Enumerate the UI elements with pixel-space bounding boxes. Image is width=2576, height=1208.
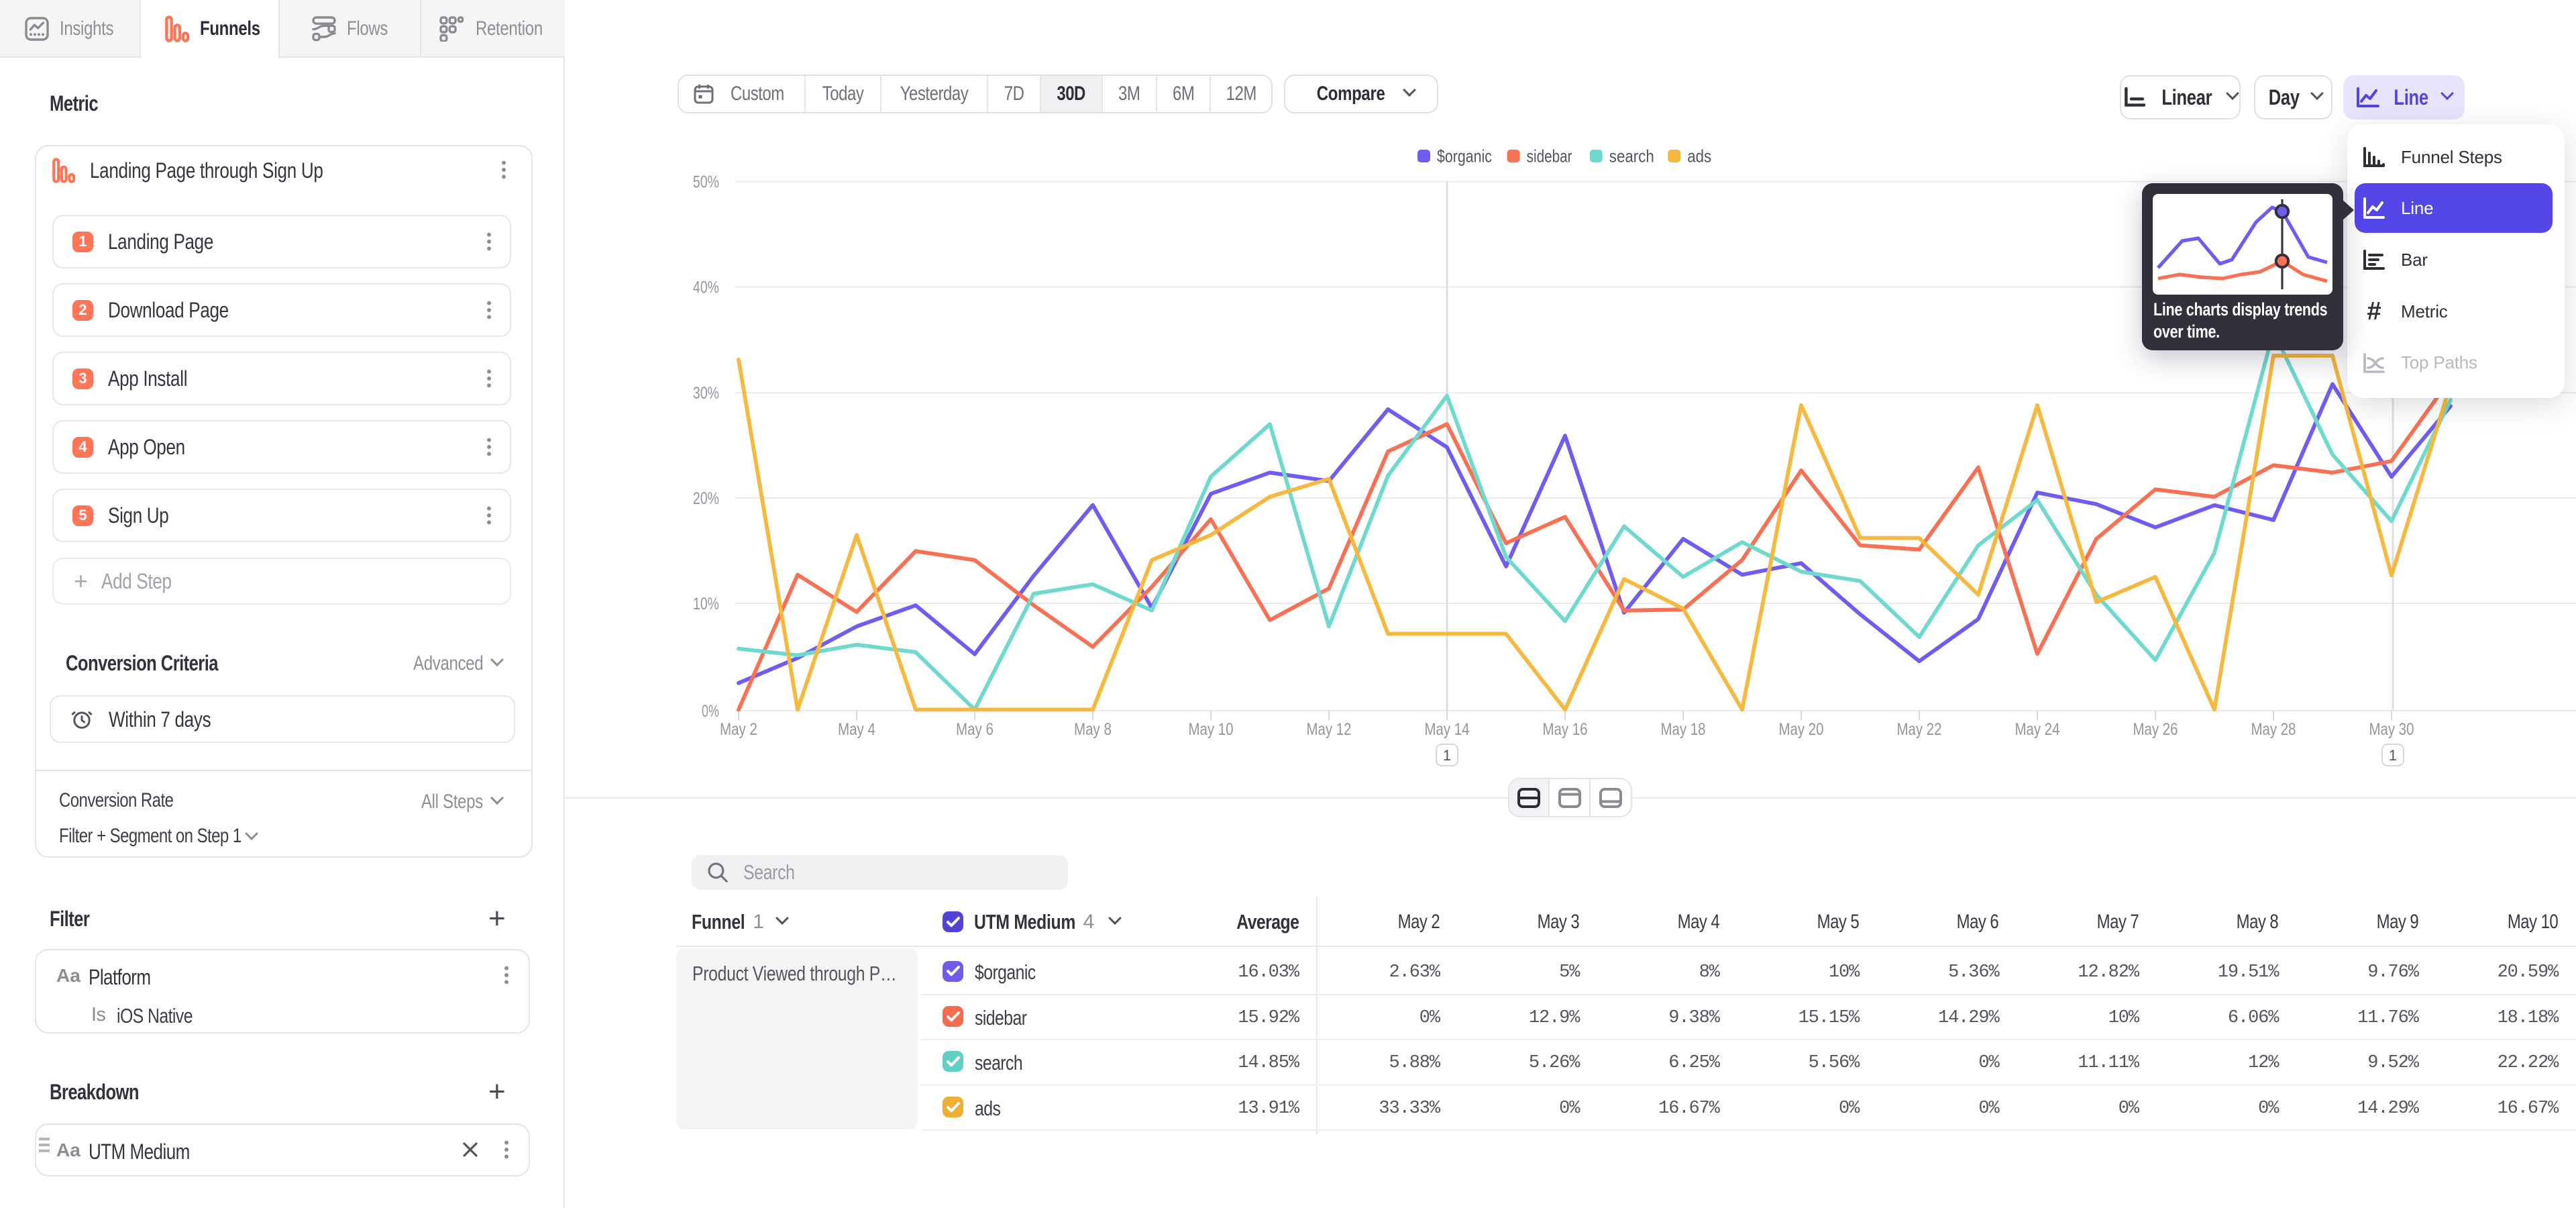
svg-text:May 26: May 26 xyxy=(2133,720,2178,739)
svg-text:May 28: May 28 xyxy=(2251,720,2296,739)
svg-text:May 8: May 8 xyxy=(1074,720,1112,739)
svg-text:40%: 40% xyxy=(693,279,719,297)
svg-text:May 6: May 6 xyxy=(956,720,994,739)
svg-text:sidebar: sidebar xyxy=(1527,146,1572,166)
svg-text:May 30: May 30 xyxy=(2369,720,2414,739)
svg-text:search: search xyxy=(1609,146,1654,166)
svg-text:50%: 50% xyxy=(693,173,719,192)
svg-text:May 2: May 2 xyxy=(720,720,757,739)
svg-text:May 16: May 16 xyxy=(1543,720,1588,739)
svg-text:10%: 10% xyxy=(693,595,719,613)
svg-text:1: 1 xyxy=(1443,747,1451,764)
svg-text:May 12: May 12 xyxy=(1307,720,1352,739)
svg-text:May 22: May 22 xyxy=(1897,720,1942,739)
svg-text:May 14: May 14 xyxy=(1425,720,1470,739)
svg-text:May 24: May 24 xyxy=(2015,720,2060,739)
svg-text:May 18: May 18 xyxy=(1661,720,1706,739)
svg-text:$organic: $organic xyxy=(1437,146,1492,166)
svg-text:1: 1 xyxy=(2389,747,2397,764)
svg-text:May 4: May 4 xyxy=(838,720,875,739)
svg-text:May 20: May 20 xyxy=(1779,720,1824,739)
svg-text:May 10: May 10 xyxy=(1189,720,1234,739)
svg-text:30%: 30% xyxy=(693,384,719,403)
svg-text:0%: 0% xyxy=(702,702,719,721)
svg-text:20%: 20% xyxy=(693,489,719,508)
svg-text:ads: ads xyxy=(1687,146,1711,166)
